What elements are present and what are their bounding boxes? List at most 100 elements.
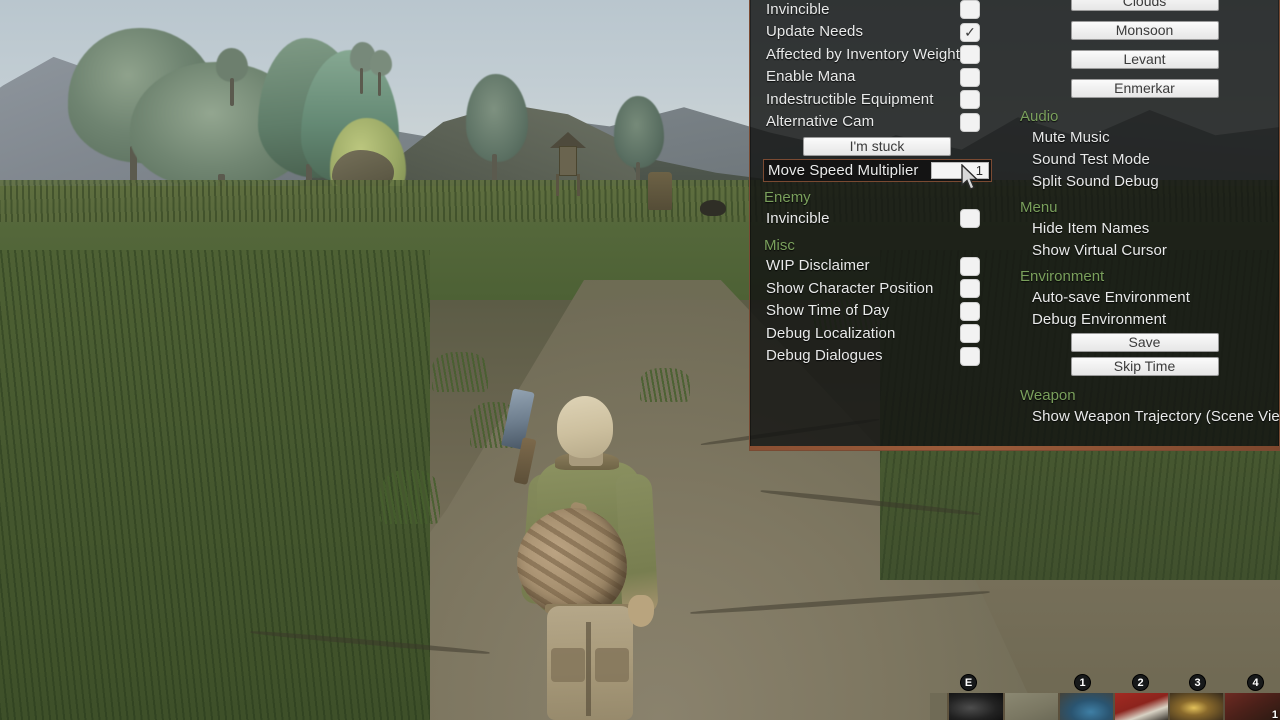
menu-item-show-virtual-cursor[interactable]: Show Virtual Cursor bbox=[1008, 239, 1279, 261]
hotbar-key-badges: E 1 2 3 4 bbox=[930, 674, 1280, 692]
hotbar-slot-6-quantity: 1 bbox=[1271, 709, 1278, 720]
tree-mid-right bbox=[462, 74, 532, 194]
weather-clouds-button[interactable]: Clouds bbox=[1070, 0, 1219, 11]
menu-item-show-weapon-trajectory[interactable]: Show Weapon Trajectory (Scene View) bbox=[1008, 405, 1280, 427]
section-header-misc: Misc bbox=[764, 236, 795, 254]
section-header-weapon: Weapon bbox=[1020, 387, 1076, 404]
menu-item-split-sound-debug[interactable]: Split Sound Debug bbox=[1008, 170, 1279, 192]
hotbar-slot-1-icon bbox=[949, 693, 1003, 720]
character-head bbox=[557, 396, 613, 458]
checkbox-affected-by-inventory-weight[interactable] bbox=[960, 45, 980, 64]
menu-item-debug-environment-label: Debug Environment bbox=[1032, 310, 1167, 328]
toggle-alternative-cam-label: Alternative Cam bbox=[766, 113, 875, 131]
menu-item-auto-save-environment-label: Auto-save Environment bbox=[1032, 288, 1191, 306]
hotbar-key-2: 2 bbox=[1132, 674, 1149, 691]
menu-item-show-weapon-trajectory-label: Show Weapon Trajectory (Scene View) bbox=[1032, 407, 1280, 425]
checkbox-invincible[interactable] bbox=[960, 0, 980, 19]
mouse-pointer-icon bbox=[961, 163, 983, 192]
toggle-debug-localization[interactable]: Debug Localization bbox=[750, 322, 1004, 345]
toggle-show-character-position[interactable]: Show Character Position bbox=[750, 277, 1004, 300]
toggle-enable-mana-label: Enable Mana bbox=[766, 68, 856, 86]
hotbar-slot-5-icon bbox=[1169, 693, 1223, 720]
checkbox-wip-disclaimer[interactable] bbox=[960, 256, 980, 276]
grass-foreground-left bbox=[0, 250, 430, 720]
hotbar-slot-2-empty[interactable] bbox=[1004, 693, 1060, 720]
move-speed-multiplier-row[interactable]: Move Speed Multiplier 1 bbox=[763, 159, 992, 182]
toggle-update-needs-label: Update Needs bbox=[766, 23, 864, 41]
hotbar-key-e: E bbox=[960, 674, 977, 691]
section-header-audio: Audio bbox=[1020, 108, 1059, 125]
hotbar-slot-2-bg bbox=[1004, 693, 1058, 720]
checkbox-alternative-cam[interactable] bbox=[960, 112, 980, 132]
hotbar-slot-5-torch[interactable] bbox=[1169, 693, 1225, 720]
menu-item-mute-music[interactable]: Mute Music bbox=[1008, 126, 1279, 148]
menu-item-hide-item-names-label: Hide Item Names bbox=[1032, 219, 1150, 237]
hotbar-slot-0-bg bbox=[930, 693, 948, 720]
weather-monsoon-button[interactable]: Monsoon bbox=[1070, 21, 1219, 40]
tree-stump bbox=[648, 172, 672, 210]
toggle-update-needs[interactable]: Update Needs ✓ bbox=[750, 21, 1004, 44]
menu-item-auto-save-environment[interactable]: Auto-save Environment bbox=[1008, 286, 1279, 308]
trouser-pocket-left bbox=[551, 648, 585, 682]
checkbox-update-needs[interactable]: ✓ bbox=[960, 22, 980, 42]
menu-item-debug-environment[interactable]: Debug Environment bbox=[1008, 308, 1279, 330]
creature-silhouette bbox=[700, 200, 726, 216]
hotbar-slot-6-red-tool[interactable]: 1 bbox=[1224, 693, 1280, 720]
grass-tuft-1 bbox=[432, 352, 488, 392]
debug-menu-panel[interactable]: Invincible Update Needs ✓ Affected by In… bbox=[749, 0, 1280, 451]
toggle-invincible[interactable]: Invincible bbox=[750, 0, 1004, 21]
menu-item-split-sound-debug-label: Split Sound Debug bbox=[1032, 172, 1159, 190]
hotbar-slot-4-red-item[interactable] bbox=[1114, 693, 1170, 720]
checkbox-indestructible-equipment[interactable] bbox=[960, 90, 980, 109]
hotbar-key-1: 1 bbox=[1074, 674, 1091, 691]
toggle-show-time-of-day[interactable]: Show Time of Day bbox=[750, 300, 1004, 323]
checkbox-enemy-invincible[interactable] bbox=[960, 209, 980, 228]
toggle-show-character-position-label: Show Character Position bbox=[766, 279, 934, 297]
toggle-alternative-cam[interactable]: Alternative Cam bbox=[750, 111, 1004, 134]
debug-right-column: Clouds Monsoon Levant Enmerkar Audio Mut… bbox=[1008, 0, 1280, 450]
character-right-hand bbox=[628, 595, 654, 627]
toggle-indestructible-equipment[interactable]: Indestructible Equipment bbox=[750, 88, 1004, 111]
toggle-enemy-invincible-label: Invincible bbox=[766, 209, 830, 227]
player-character bbox=[495, 388, 685, 720]
menu-item-sound-test-mode[interactable]: Sound Test Mode bbox=[1008, 148, 1279, 170]
toggle-debug-localization-label: Debug Localization bbox=[766, 324, 896, 342]
section-header-menu: Menu bbox=[1020, 199, 1058, 216]
toggle-show-time-of-day-label: Show Time of Day bbox=[766, 302, 890, 320]
watchtower bbox=[550, 132, 586, 196]
toggle-affected-by-inventory-weight-label: Affected by Inventory Weight bbox=[766, 45, 961, 63]
move-speed-multiplier-label: Move Speed Multiplier bbox=[768, 162, 919, 179]
hotbar-key-4: 4 bbox=[1247, 674, 1264, 691]
toggle-wip-disclaimer-label: WIP Disclaimer bbox=[766, 257, 870, 275]
toggle-affected-by-inventory-weight[interactable]: Affected by Inventory Weight bbox=[750, 43, 1004, 66]
tree-far-small-3 bbox=[368, 50, 394, 100]
character-leg-separation bbox=[586, 622, 591, 716]
checkmark-icon: ✓ bbox=[964, 23, 976, 40]
hotbar-slot-1-axe[interactable] bbox=[949, 693, 1005, 720]
toggle-indestructible-equipment-label: Indestructible Equipment bbox=[766, 90, 934, 108]
checkbox-enable-mana[interactable] bbox=[960, 67, 980, 87]
menu-item-hide-item-names[interactable]: Hide Item Names bbox=[1008, 217, 1279, 239]
weather-levant-button[interactable]: Levant bbox=[1070, 50, 1219, 69]
checkbox-debug-localization[interactable] bbox=[960, 324, 980, 343]
weather-enmerkar-button[interactable]: Enmerkar bbox=[1070, 79, 1219, 98]
toggle-enable-mana[interactable]: Enable Mana bbox=[750, 66, 1004, 89]
skip-time-button[interactable]: Skip Time bbox=[1070, 357, 1219, 376]
save-button[interactable]: Save bbox=[1070, 333, 1219, 352]
toggle-debug-dialogues[interactable]: Debug Dialogues bbox=[750, 345, 1004, 368]
checkbox-show-character-position[interactable] bbox=[960, 279, 980, 298]
hotbar-slot-0[interactable] bbox=[930, 693, 950, 720]
hotbar-key-3: 3 bbox=[1189, 674, 1206, 691]
hotbar-slot-3-blue-item[interactable] bbox=[1059, 693, 1115, 720]
hotbar[interactable]: 1 bbox=[930, 693, 1280, 720]
debug-left-column: Invincible Update Needs ✓ Affected by In… bbox=[750, 0, 1004, 450]
section-header-environment: Environment bbox=[1020, 268, 1105, 285]
toggle-enemy-invincible[interactable]: Invincible bbox=[750, 207, 1004, 230]
im-stuck-button[interactable]: I'm stuck bbox=[803, 137, 951, 156]
toggle-wip-disclaimer[interactable]: WIP Disclaimer bbox=[750, 255, 1004, 278]
tree-far-small-1 bbox=[212, 48, 252, 108]
checkbox-debug-dialogues[interactable] bbox=[960, 346, 980, 366]
checkbox-show-time-of-day[interactable] bbox=[960, 301, 980, 321]
toggle-invincible-label: Invincible bbox=[766, 0, 830, 18]
grass-tuft-5 bbox=[380, 470, 440, 524]
